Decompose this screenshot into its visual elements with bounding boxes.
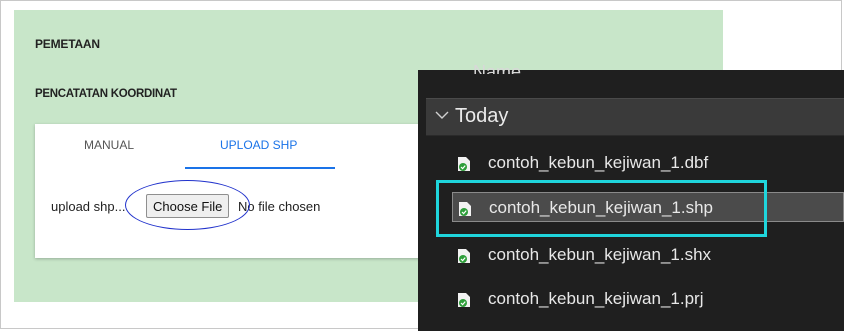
no-file-text: No file chosen	[238, 199, 321, 214]
file-icon	[457, 156, 471, 172]
chevron-down-icon[interactable]	[434, 107, 450, 123]
upload-label: upload shp...	[51, 199, 126, 214]
file-name: contoh_kebun_kejiwan_1.shx	[488, 245, 712, 264]
file-name: contoh_kebun_kejiwan_1.dbf	[488, 153, 709, 172]
column-header-name[interactable]: Name	[473, 56, 521, 74]
active-tab-indicator	[185, 167, 335, 169]
tab-upload-shp[interactable]: UPLOAD SHP	[220, 138, 297, 152]
file-icon	[457, 248, 471, 264]
file-row-shx[interactable]: contoh_kebun_kejiwan_1.shx	[452, 240, 844, 270]
group-label: Today	[455, 105, 509, 127]
file-row-dbf[interactable]: contoh_kebun_kejiwan_1.dbf	[452, 148, 844, 178]
file-row-prj[interactable]: contoh_kebun_kejiwan_1.prj	[452, 284, 844, 314]
choose-file-highlight-oval	[125, 180, 250, 230]
section-subtitle: PENCATATAN KOORDINAT	[35, 88, 177, 100]
tab-manual[interactable]: MANUAL	[84, 138, 134, 152]
shp-file-highlight	[436, 180, 767, 237]
file-icon	[457, 292, 471, 308]
group-today[interactable]: Today	[426, 98, 844, 136]
file-name: contoh_kebun_kejiwan_1.prj	[488, 289, 704, 308]
section-title: PEMETAAN	[35, 37, 100, 51]
